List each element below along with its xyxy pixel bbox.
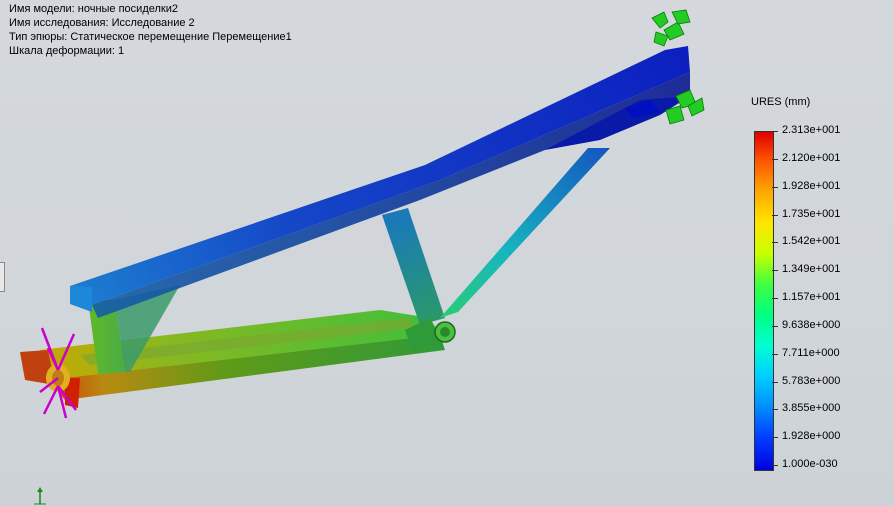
legend-label: 1.735e+001	[782, 207, 841, 220]
legend-tick	[772, 409, 778, 411]
legend-label: 7.711e+000	[782, 346, 840, 359]
legend-tick	[772, 381, 778, 383]
legend-label: 1.157e+001	[782, 291, 841, 303]
legend-label: 1.000e-030	[782, 458, 838, 470]
legend-label: 9.638e+000	[782, 318, 841, 331]
legend-tick	[772, 325, 778, 327]
top-beam	[70, 46, 690, 318]
legend-tick	[772, 186, 778, 188]
legend-tick	[772, 214, 778, 216]
model-name-label: Имя модели: ночные посиделки2	[9, 3, 178, 15]
pivot-joint	[434, 321, 456, 343]
legend-label: 1.349e+001	[782, 263, 841, 276]
legend-tick	[772, 353, 778, 355]
legend-tick	[772, 437, 778, 439]
study-info-panel: Имя модели: ночные посиделки2 Имя исслед…	[9, 2, 292, 58]
legend-label: 5.783e+000	[782, 374, 841, 387]
plot-type-label: Тип эпюры: Статическое перемещение Перем…	[9, 31, 292, 43]
legend-label: 2.120e+001	[782, 151, 841, 164]
legend-tick	[772, 242, 778, 244]
legend-tick	[772, 270, 778, 272]
panel-collapse-handle[interactable]	[0, 262, 5, 292]
axis-triad-icon	[34, 487, 46, 505]
legend-label: 1.928e+001	[782, 179, 841, 192]
bottom-beam	[20, 310, 445, 408]
legend-title: URES (mm)	[751, 96, 811, 108]
legend-tick	[772, 158, 778, 160]
legend-label: 2.313e+001	[782, 124, 841, 136]
legend-label: 3.855e+000	[782, 402, 841, 415]
deformation-scale-label: Шкала деформации: 1	[9, 45, 125, 57]
study-name-label: Имя исследования: Исследование 2	[9, 17, 195, 29]
legend-tick	[772, 131, 778, 132]
legend-label: 1.542e+001	[782, 235, 841, 248]
legend-tick	[772, 465, 778, 466]
color-scale-bar	[754, 131, 774, 471]
legend-label: 1.928e+000	[782, 430, 841, 443]
legend-tick	[772, 298, 778, 299]
